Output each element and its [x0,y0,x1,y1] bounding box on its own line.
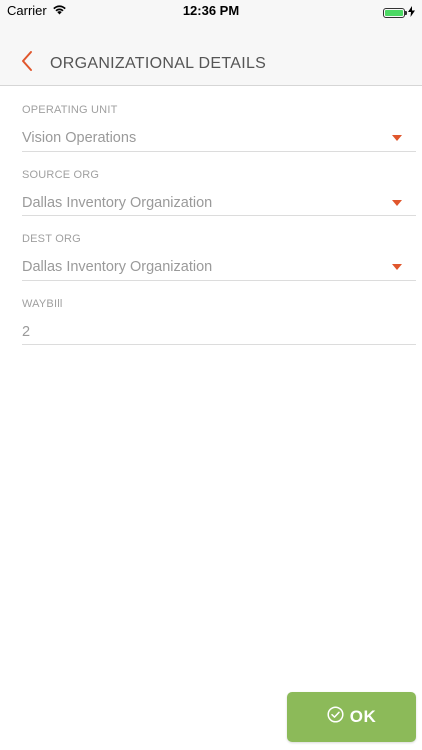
charging-bolt-icon [408,4,415,22]
battery-indicator [383,4,415,22]
check-circle-icon [327,706,344,728]
status-bar: Carrier 12:36 PM [0,0,422,22]
operating-unit-value: Vision Operations [22,130,137,146]
waybill-field[interactable]: WAYBIll 2 [22,281,416,345]
organizational-details-form: OPERATING UNIT Vision Operations SOURCE … [22,87,416,345]
source-org-label: SOURCE ORG [22,168,100,181]
operating-unit-select[interactable]: OPERATING UNIT Vision Operations [22,87,416,152]
dest-org-label: DEST ORG [22,233,81,245]
operating-unit-label: OPERATING UNIT [22,104,118,116]
source-org-select[interactable]: SOURCE ORG Dallas Inventory Organization [22,152,416,216]
chevron-left-icon [20,50,34,77]
dropdown-arrow-icon[interactable] [392,264,402,270]
waybill-label: WAYBIll [22,297,63,310]
dropdown-arrow-icon[interactable] [392,135,402,141]
waybill-value[interactable]: 2 [22,324,30,340]
battery-icon [383,8,407,18]
ok-button-label: OK [349,707,377,726]
nav-header: ORGANIZATIONAL DETAILS [0,22,422,86]
source-org-value: Dallas Inventory Organization [22,194,213,211]
dest-org-value: Dallas Inventory Organization [22,259,213,275]
dest-org-select[interactable]: DEST ORG Dallas Inventory Organization [22,216,416,281]
status-time: 12:36 PM [182,3,240,18]
page-title: ORGANIZATIONAL DETAILS [50,55,267,72]
battery-fill [385,10,403,16]
back-button[interactable] [14,50,40,76]
dropdown-arrow-icon[interactable] [392,199,402,206]
ok-button[interactable]: OK [287,692,416,742]
